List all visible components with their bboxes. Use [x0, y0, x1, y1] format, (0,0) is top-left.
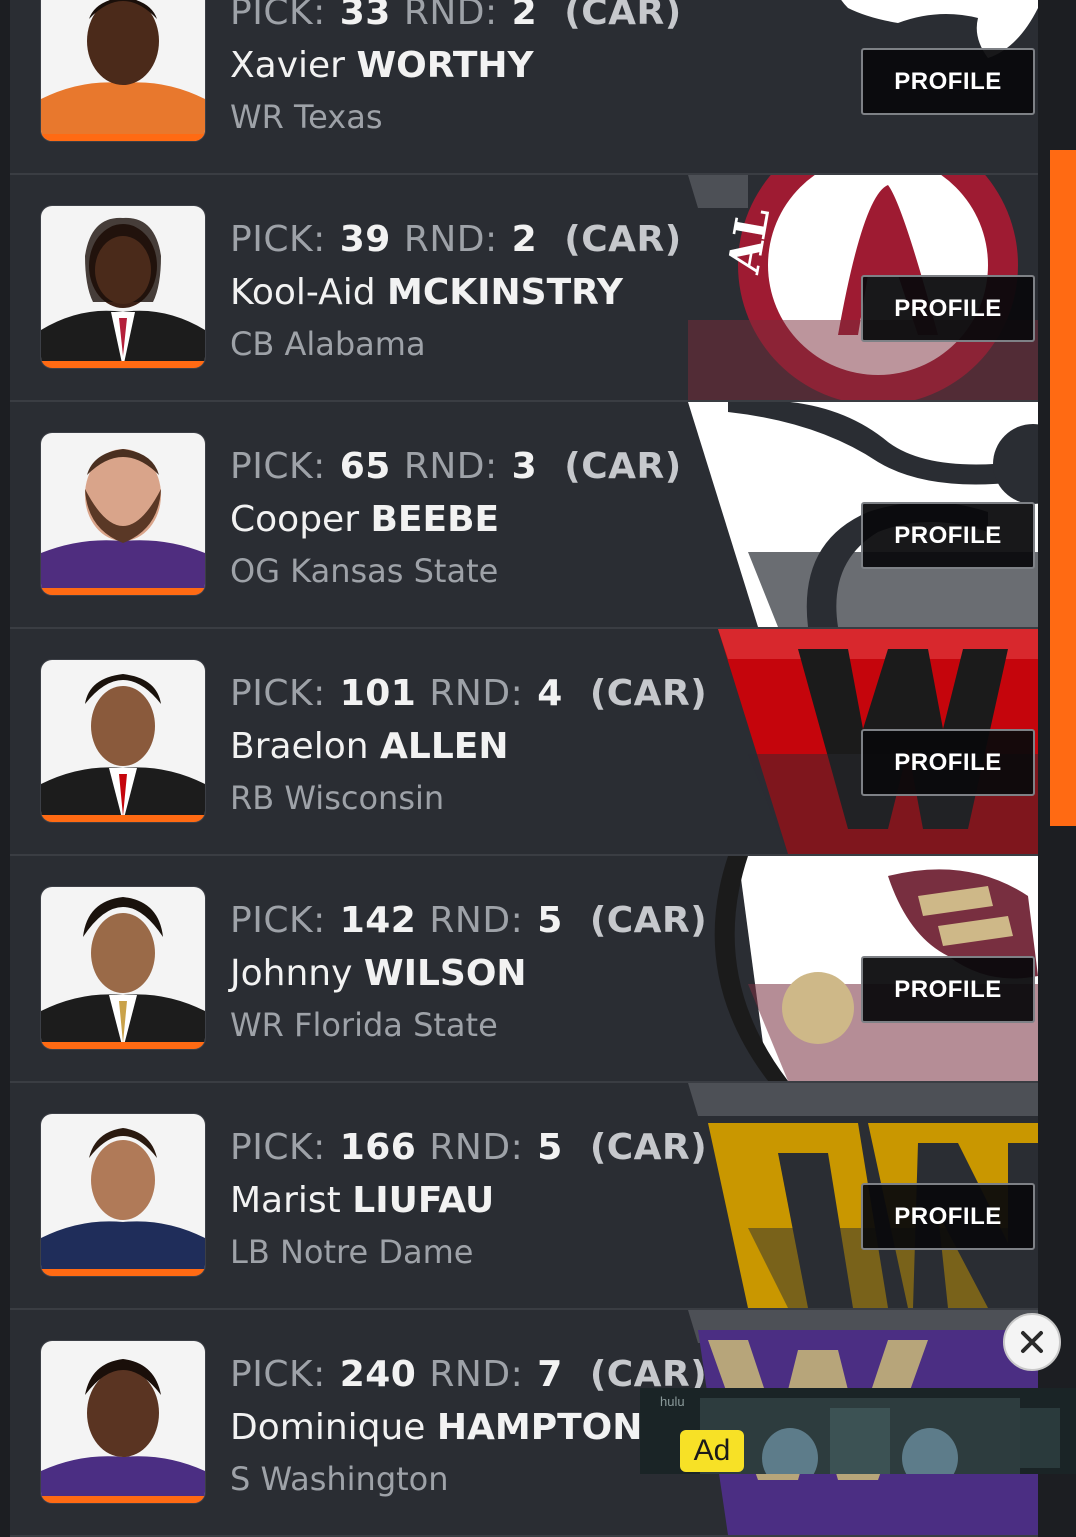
pick-card: PICK: 33 RND: 2 (CAR) Xavier WORTHY WR Tex…: [10, 0, 1038, 175]
player-photo: [40, 1113, 206, 1277]
player-photo: [40, 886, 206, 1050]
player-position-school: S Washington: [230, 1460, 449, 1498]
pick-round-line: PICK: 240 RND: 7 (CAR): [230, 1354, 708, 1395]
player-name: Braelon ALLEN: [230, 726, 509, 767]
player-photo: [40, 0, 206, 142]
player-photo: [40, 432, 206, 596]
player-photo: [40, 659, 206, 823]
player-name: Xavier WORTHY: [230, 45, 534, 86]
player-name: Johnny WILSON: [230, 953, 527, 994]
profile-button[interactable]: PROFILE: [861, 956, 1035, 1023]
profile-button[interactable]: PROFILE: [861, 48, 1035, 115]
player-position-school: OG Kansas State: [230, 552, 499, 590]
player-position-school: LB Notre Dame: [230, 1233, 474, 1271]
player-position-school: CB Alabama: [230, 325, 426, 363]
player-position-school: WR Texas: [230, 98, 383, 136]
pick-card: PICK: 101 RND: 4 (CAR) Braelon ALLEN RB Wi…: [10, 629, 1038, 856]
player-name: Kool-Aid MCKINSTRY: [230, 272, 623, 313]
pick-round-line: PICK: 39 RND: 2 (CAR): [230, 219, 682, 260]
player-name: Marist LIUFAU: [230, 1180, 495, 1221]
pick-card: PICK: 142 RND: 5 (CAR) Johnny WILSON WR Fl…: [10, 856, 1038, 1083]
profile-button[interactable]: PROFILE: [861, 1183, 1035, 1250]
pick-card: AL PICK: 39 RND: 2 (CAR) Kool-Aid MCKINSTR…: [10, 175, 1038, 402]
player-name: Dominique HAMPTON: [230, 1407, 643, 1448]
draft-picks-list: PICK: 33 RND: 2 (CAR) Xavier WORTHY WR Tex…: [10, 0, 1038, 1537]
profile-button[interactable]: PROFILE: [861, 275, 1035, 342]
ad-brand: hulu: [660, 1394, 685, 1409]
player-photo: [40, 1340, 206, 1504]
profile-button[interactable]: PROFILE: [861, 502, 1035, 569]
close-ad-button[interactable]: [1003, 1313, 1061, 1371]
player-photo: [40, 205, 206, 369]
pick-round-line: PICK: 142 RND: 5 (CAR): [230, 900, 708, 941]
pick-round-line: PICK: 33 RND: 2 (CAR): [230, 0, 682, 33]
player-position-school: WR Florida State: [230, 1006, 498, 1044]
ad-banner[interactable]: hulu Ad: [640, 1388, 1076, 1474]
player-name: Cooper BEEBE: [230, 499, 500, 540]
player-position-school: RB Wisconsin: [230, 779, 445, 817]
pick-card: PICK: 166 RND: 5 (CAR) Marist LIUFAU LB No…: [10, 1083, 1038, 1310]
pick-round-line: PICK: 101 RND: 4 (CAR): [230, 673, 708, 714]
ad-badge: Ad: [680, 1430, 744, 1472]
scrollbar-thumb[interactable]: [1050, 150, 1076, 826]
pick-round-line: PICK: 65 RND: 3 (CAR): [230, 446, 682, 487]
profile-button[interactable]: PROFILE: [861, 729, 1035, 796]
close-icon: [1021, 1331, 1043, 1353]
pick-round-line: PICK: 166 RND: 5 (CAR): [230, 1127, 708, 1168]
pick-card: PICK: 65 RND: 3 (CAR) Cooper BEEBE OG Kans…: [10, 402, 1038, 629]
